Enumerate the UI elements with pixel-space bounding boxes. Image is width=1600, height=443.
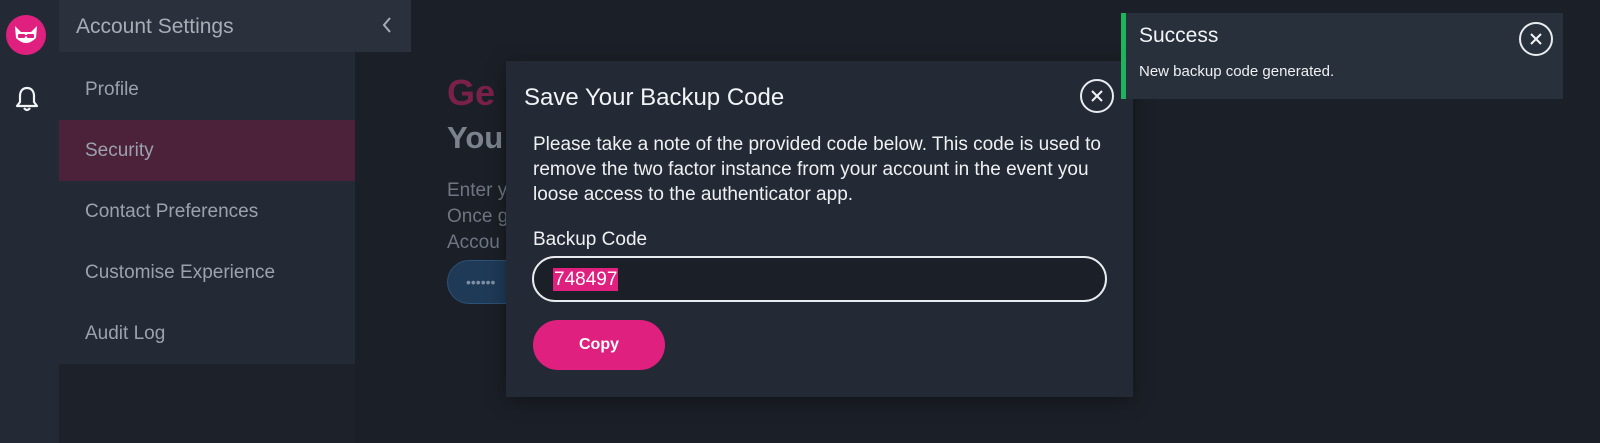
settings-panel: Account Settings Profile Security Contac… [59, 0, 411, 443]
sidebar-item-security[interactable]: Security [59, 120, 355, 181]
toast-title: Success [1139, 24, 1219, 47]
settings-nav: Profile Security Contact Preferences Cus… [59, 59, 355, 364]
modal-description: Please take a note of the provided code … [533, 134, 1101, 205]
fox-mascot-icon[interactable] [6, 15, 46, 55]
icon-rail [0, 0, 59, 443]
sidebar-item-profile[interactable]: Profile [59, 59, 355, 120]
modal-title: Save Your Backup Code [524, 84, 785, 111]
sidebar-item-label: Customise Experience [85, 261, 276, 283]
copy-button[interactable]: Copy [533, 320, 665, 370]
page-text-line: Enter y [447, 180, 508, 201]
sidebar-item-label: Audit Log [85, 322, 166, 344]
sidebar-item-label: Profile [85, 78, 139, 100]
backup-code-value: 748497 [553, 267, 619, 291]
sidebar-item-customise-experience[interactable]: Customise Experience [59, 242, 355, 303]
sidebar-item-label: Security [85, 139, 154, 161]
page-heading: Ge [447, 72, 496, 113]
page-text-line: Once g [447, 206, 509, 227]
success-toast: Success New backup code generated. [1121, 13, 1563, 99]
backup-code-field[interactable]: 748497 [532, 256, 1107, 302]
close-icon[interactable] [1519, 22, 1553, 56]
settings-title: Account Settings [76, 15, 234, 38]
chevron-left-icon[interactable] [377, 13, 397, 37]
settings-panel-footer [59, 364, 355, 443]
backup-code-modal: Save Your Backup Code Please take a note… [506, 61, 1133, 397]
sidebar-item-label: Contact Preferences [85, 200, 259, 222]
sidebar-item-audit-log[interactable]: Audit Log [59, 303, 355, 364]
bell-icon[interactable] [13, 84, 41, 114]
sidebar-item-contact-preferences[interactable]: Contact Preferences [59, 181, 355, 242]
page-subheading: You [447, 120, 504, 155]
backup-code-label: Backup Code [533, 229, 648, 250]
close-icon[interactable] [1080, 79, 1114, 113]
toast-message: New backup code generated. [1139, 63, 1335, 80]
page-text-line: Accou [447, 232, 500, 253]
settings-header: Account Settings [59, 0, 411, 52]
